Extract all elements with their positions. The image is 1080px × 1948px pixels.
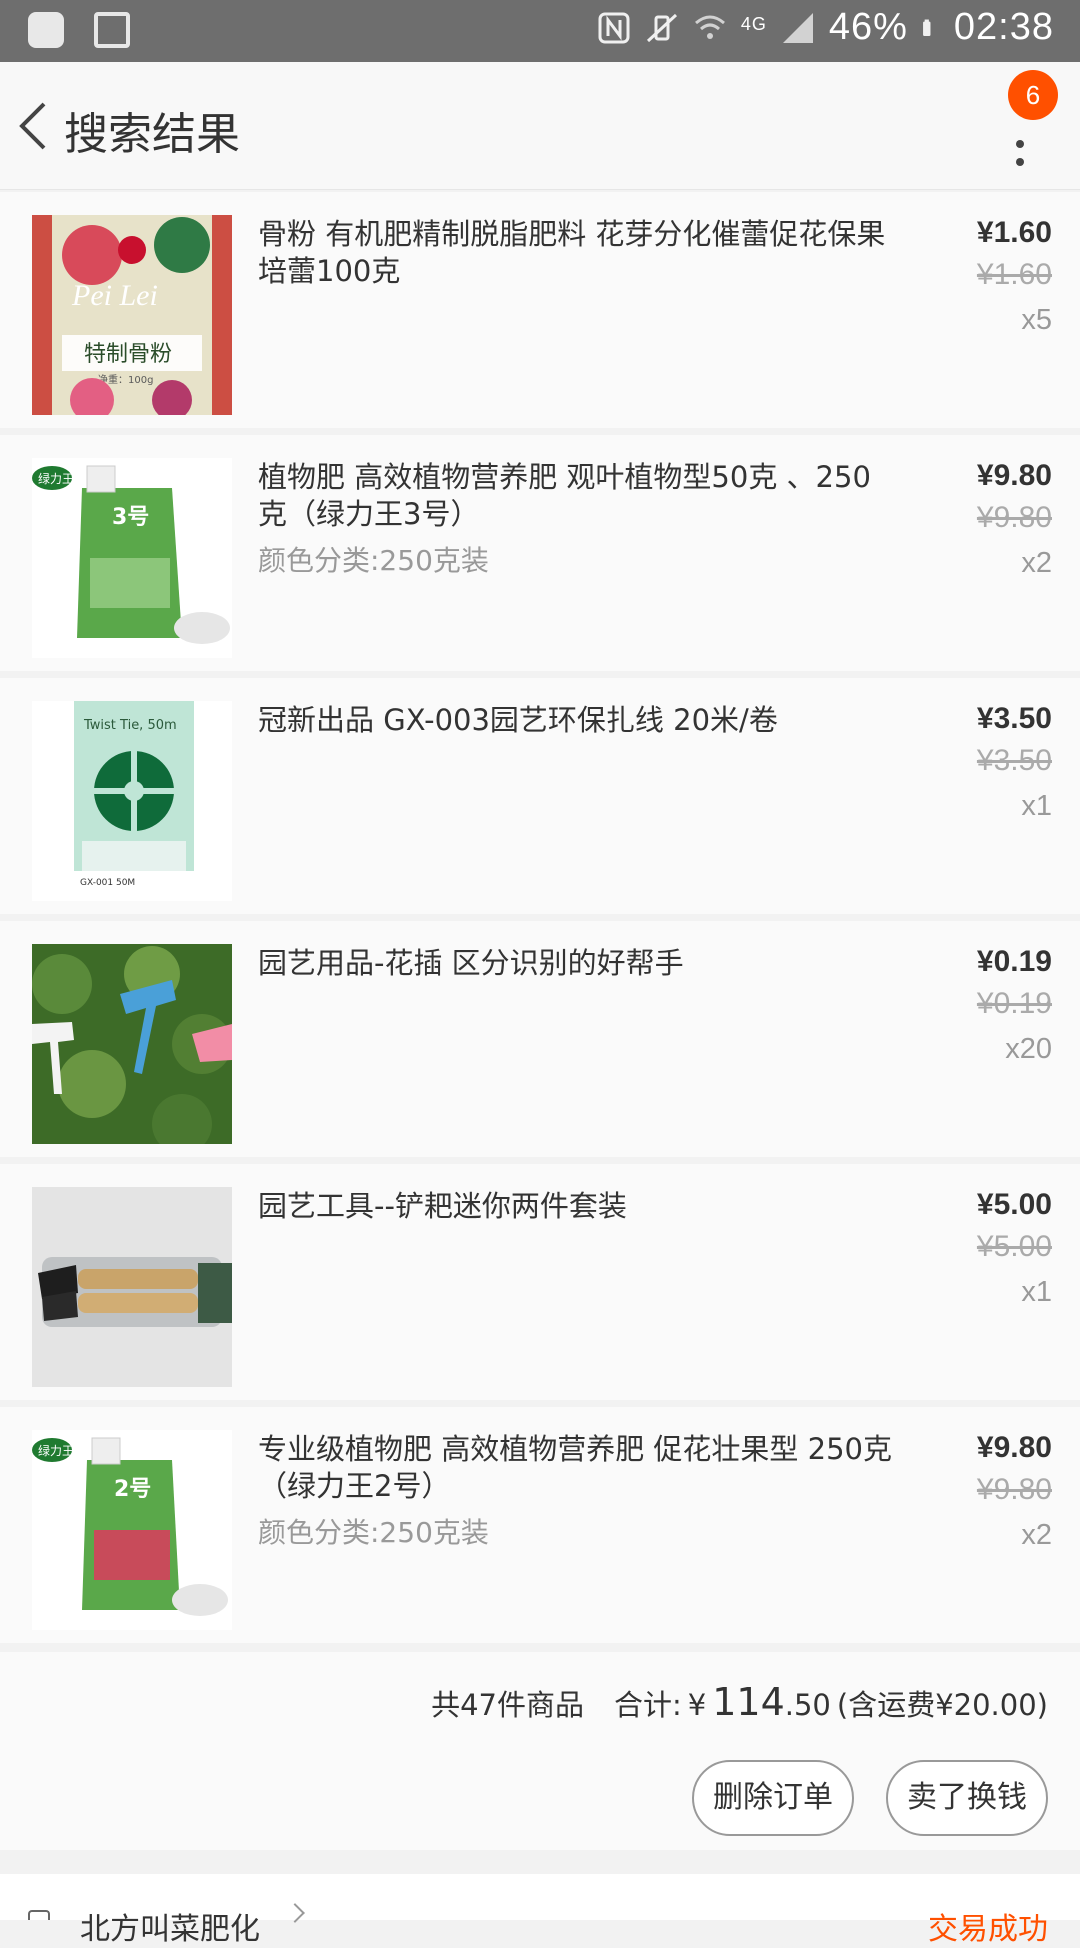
more-menu-icon[interactable] — [1010, 112, 1030, 172]
shipping-note: (含运费¥20.00) — [836, 1688, 1048, 1722]
product-quantity: x1 — [1021, 1276, 1052, 1308]
status-bar: 4G 46% 02:38 — [0, 0, 1080, 62]
product-thumbnail[interactable]: 绿力王 3号 — [32, 458, 232, 658]
total-integer: 114 — [712, 1680, 785, 1724]
product-original-price: ¥3.50 — [976, 744, 1052, 777]
battery-icon — [922, 19, 931, 36]
item-count: 共47件商品 — [431, 1688, 584, 1722]
product-quantity: x5 — [1021, 304, 1052, 336]
total-decimal: .50 — [784, 1688, 831, 1722]
total-label: 合计: — [614, 1688, 682, 1722]
delete-order-button[interactable]: 删除订单 — [692, 1760, 854, 1836]
product-original-price: ¥9.80 — [976, 1473, 1052, 1506]
product-original-price: ¥0.19 — [976, 987, 1052, 1020]
notification-badge: 6 — [1008, 70, 1058, 120]
product-quantity: x2 — [1021, 547, 1052, 579]
product-price: ¥3.50 — [976, 702, 1052, 735]
product-spec: 颜色分类:250克装 — [258, 544, 489, 577]
back-arrow-icon[interactable] — [12, 98, 56, 154]
order-summary: 共47件商品 合计: ¥114.50 (含运费¥20.00) 删除订单 卖了换钱 — [0, 1652, 1080, 1850]
product-price: ¥9.80 — [976, 1431, 1052, 1464]
page-title: 搜索结果 — [64, 109, 240, 160]
product-thumbnail[interactable]: 绿力王 2号 — [32, 1430, 232, 1630]
total-currency: ¥ — [687, 1688, 707, 1722]
signal-icon — [782, 12, 813, 43]
garden-tools-image — [32, 1187, 232, 1387]
trade-status: 交易成功 — [928, 1912, 1048, 1947]
order-item-garden-tools[interactable]: 园艺工具--铲耙迷你两件套装 ¥5.00 ¥5.00 x1 — [0, 1164, 1080, 1400]
network-type: 4G — [740, 14, 767, 34]
order-item-plant-fertilizer-2[interactable]: 绿力王 2号 专业级植物肥 高效植物营养肥 促花壮果型 250克（绿力王2号） … — [0, 1407, 1080, 1643]
product-spec: 颜色分类:250克装 — [258, 1516, 489, 1549]
nfc-icon — [598, 12, 630, 43]
pouch-number-text: 2号 — [114, 1477, 151, 1502]
notification-icons — [28, 12, 130, 48]
product-title[interactable]: 园艺工具--铲耙迷你两件套装 — [258, 1188, 898, 1225]
pouch-brand-text: 绿力王 — [38, 471, 74, 486]
wifi-icon — [694, 15, 725, 39]
product-title[interactable]: 骨粉 有机肥精制脱脂肥料 花芽分化催蕾促花保果 培蕾100克 — [258, 216, 898, 290]
package-model-text: GX-001 50M — [80, 878, 135, 888]
product-title[interactable]: 园艺用品-花插 区分识别的好帮手 — [258, 945, 898, 982]
product-thumbnail[interactable] — [32, 944, 232, 1144]
order-item-plant-markers[interactable]: 园艺用品-花插 区分识别的好帮手 ¥0.19 ¥0.19 x20 — [0, 921, 1080, 1157]
order-item-twist-tie[interactable]: Twist Tie, 50m GX-001 50M 冠新出品 GX-003园艺环… — [0, 678, 1080, 914]
package-title-text: Twist Tie, 50m — [83, 718, 177, 733]
fertilizer-pouch-image: 绿力王 3号 — [32, 458, 232, 658]
product-original-price: ¥1.60 — [976, 258, 1052, 291]
fertilizer-bag-image: Pei Lei 特制骨粉 净重：100g — [32, 215, 232, 415]
clock: 02:38 — [953, 6, 1054, 48]
battery-percent: 46% — [828, 6, 908, 48]
order-total-line: 共47件商品 合计: ¥114.50 (含运费¥20.00) — [431, 1680, 1048, 1724]
pouch-number-text: 3号 — [112, 505, 149, 530]
bag-product-text: 特制骨粉 — [84, 342, 172, 367]
next-order-card[interactable]: 北方叫菜肥化 交易成功 — [0, 1874, 1080, 1947]
product-original-price: ¥5.00 — [976, 1230, 1052, 1263]
product-quantity: x2 — [1021, 1519, 1052, 1551]
app-header: 搜索结果 6 — [0, 62, 1080, 190]
store-icon — [28, 1910, 50, 1920]
product-title[interactable]: 植物肥 高效植物营养肥 观叶植物型50克 、250克（绿力王3号） — [258, 459, 898, 533]
product-price: ¥9.80 — [976, 459, 1052, 492]
product-quantity: x20 — [1005, 1033, 1052, 1065]
vibrate-mute-icon — [646, 13, 677, 42]
bag-brand-text: Pei Lei — [71, 279, 158, 312]
fertilizer-pouch-image: 绿力王 2号 — [32, 1430, 232, 1630]
message-notification-icon — [28, 12, 64, 48]
image-notification-icon — [94, 12, 130, 48]
product-thumbnail[interactable] — [32, 1187, 232, 1387]
resell-button[interactable]: 卖了换钱 — [886, 1760, 1048, 1836]
product-title[interactable]: 专业级植物肥 高效植物营养肥 促花壮果型 250克（绿力王2号） — [258, 1431, 898, 1505]
pouch-brand-text: 绿力王 — [38, 1443, 74, 1458]
product-title[interactable]: 冠新出品 GX-003园艺环保扎线 20米/卷 — [258, 702, 898, 739]
store-name[interactable]: 北方叫菜肥化 — [80, 1904, 260, 1948]
product-original-price: ¥9.80 — [976, 501, 1052, 534]
product-price: ¥0.19 — [976, 945, 1052, 978]
product-price: ¥5.00 — [976, 1188, 1052, 1221]
product-quantity: x1 — [1021, 790, 1052, 822]
product-price: ¥1.60 — [976, 216, 1052, 249]
order-item-plant-fertilizer-3[interactable]: 绿力王 3号 植物肥 高效植物营养肥 观叶植物型50克 、250克（绿力王3号）… — [0, 435, 1080, 671]
order-item-list: Pei Lei 特制骨粉 净重：100g 骨粉 有机肥精制脱脂肥料 花芽分化催蕾… — [0, 192, 1080, 1650]
plant-markers-image — [32, 944, 232, 1144]
product-thumbnail[interactable]: Twist Tie, 50m GX-001 50M — [32, 701, 232, 901]
twist-tie-package-image: Twist Tie, 50m GX-001 50M — [32, 701, 232, 901]
order-item-bone-meal[interactable]: Pei Lei 特制骨粉 净重：100g 骨粉 有机肥精制脱脂肥料 花芽分化催蕾… — [0, 192, 1080, 428]
product-thumbnail[interactable]: Pei Lei 特制骨粉 净重：100g — [32, 215, 232, 415]
